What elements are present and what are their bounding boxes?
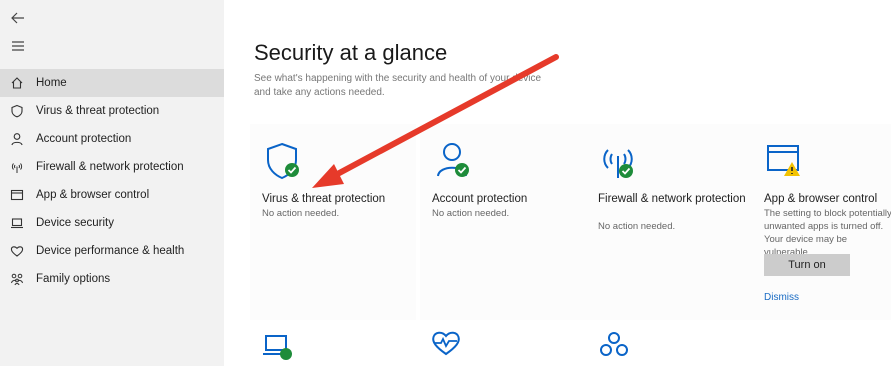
heartbeat-icon [428, 326, 464, 362]
home-icon [8, 74, 26, 92]
browser-window-icon [8, 186, 26, 204]
sidebar-item-family[interactable]: Family options [0, 265, 224, 293]
sidebar: Home Virus & threat protection Account p… [0, 0, 224, 366]
sidebar-item-home[interactable]: Home [0, 69, 224, 97]
dismiss-link[interactable]: Dismiss [764, 292, 799, 303]
back-button[interactable] [8, 8, 28, 28]
person-icon [8, 130, 26, 148]
tile-title: App & browser control [764, 193, 878, 205]
shield-check-icon [262, 138, 310, 186]
sidebar-item-label: Account protection [36, 133, 132, 145]
sidebar-item-label: Device performance & health [36, 245, 185, 257]
device-icon [8, 214, 26, 232]
browser-warning-icon [764, 138, 812, 186]
turn-on-button[interactable]: Turn on [764, 254, 850, 276]
sidebar-item-device-security[interactable]: Device security [0, 209, 224, 237]
tile-status: No action needed. [432, 208, 510, 219]
person-check-icon [432, 138, 480, 186]
page-subtitle: See what's happening with the security a… [254, 73, 542, 98]
family-icon [8, 270, 26, 288]
sidebar-item-label: Device security [36, 217, 114, 229]
antenna-check-icon [598, 138, 646, 186]
menu-button[interactable] [8, 36, 28, 56]
hamburger-icon [12, 41, 24, 51]
sidebar-item-account[interactable]: Account protection [0, 125, 224, 153]
back-arrow-icon [11, 12, 24, 24]
windows-security-window: Home Virus & threat protection Account p… [0, 0, 891, 366]
tile-title: Firewall & network protection [598, 193, 746, 205]
sidebar-item-label: App & browser control [36, 189, 150, 201]
sidebar-item-performance[interactable]: Device performance & health [0, 237, 224, 265]
sidebar-item-label: Virus & threat protection [36, 105, 160, 117]
sidebar-item-firewall[interactable]: Firewall & network protection [0, 153, 224, 181]
tile-warning-text: The setting to block potentially unwante… [764, 208, 891, 258]
tile-firewall[interactable]: Firewall & network protection No action … [586, 124, 752, 320]
shield-icon [8, 102, 26, 120]
tile-app-browser-control[interactable]: App & browser control The setting to blo… [752, 124, 891, 320]
tile-title: Account protection [432, 193, 528, 205]
tile-title: Virus & threat protection [262, 193, 386, 205]
laptop-check-icon [262, 330, 298, 366]
tile-virus-threat[interactable]: Virus & threat protection No action need… [250, 124, 416, 320]
sidebar-item-virus-threat[interactable]: Virus & threat protection [0, 97, 224, 125]
page-title: Security at a glance [254, 40, 448, 65]
sidebar-item-label: Home [36, 77, 67, 89]
tile-status: No action needed. [598, 221, 676, 232]
sidebar-item-app-browser[interactable]: App & browser control [0, 181, 224, 209]
sidebar-item-label: Firewall & network protection [36, 161, 184, 173]
heart-icon [8, 242, 26, 260]
wifi-signal-icon [8, 158, 26, 176]
tile-status: No action needed. [262, 208, 340, 219]
sidebar-nav: Home Virus & threat protection Account p… [0, 69, 224, 293]
family-group-icon [596, 330, 632, 366]
sidebar-item-label: Family options [36, 273, 111, 285]
main-content: Security at a glance See what's happenin… [224, 0, 891, 366]
tile-account-protection[interactable]: Account protection No action needed. [420, 124, 586, 320]
